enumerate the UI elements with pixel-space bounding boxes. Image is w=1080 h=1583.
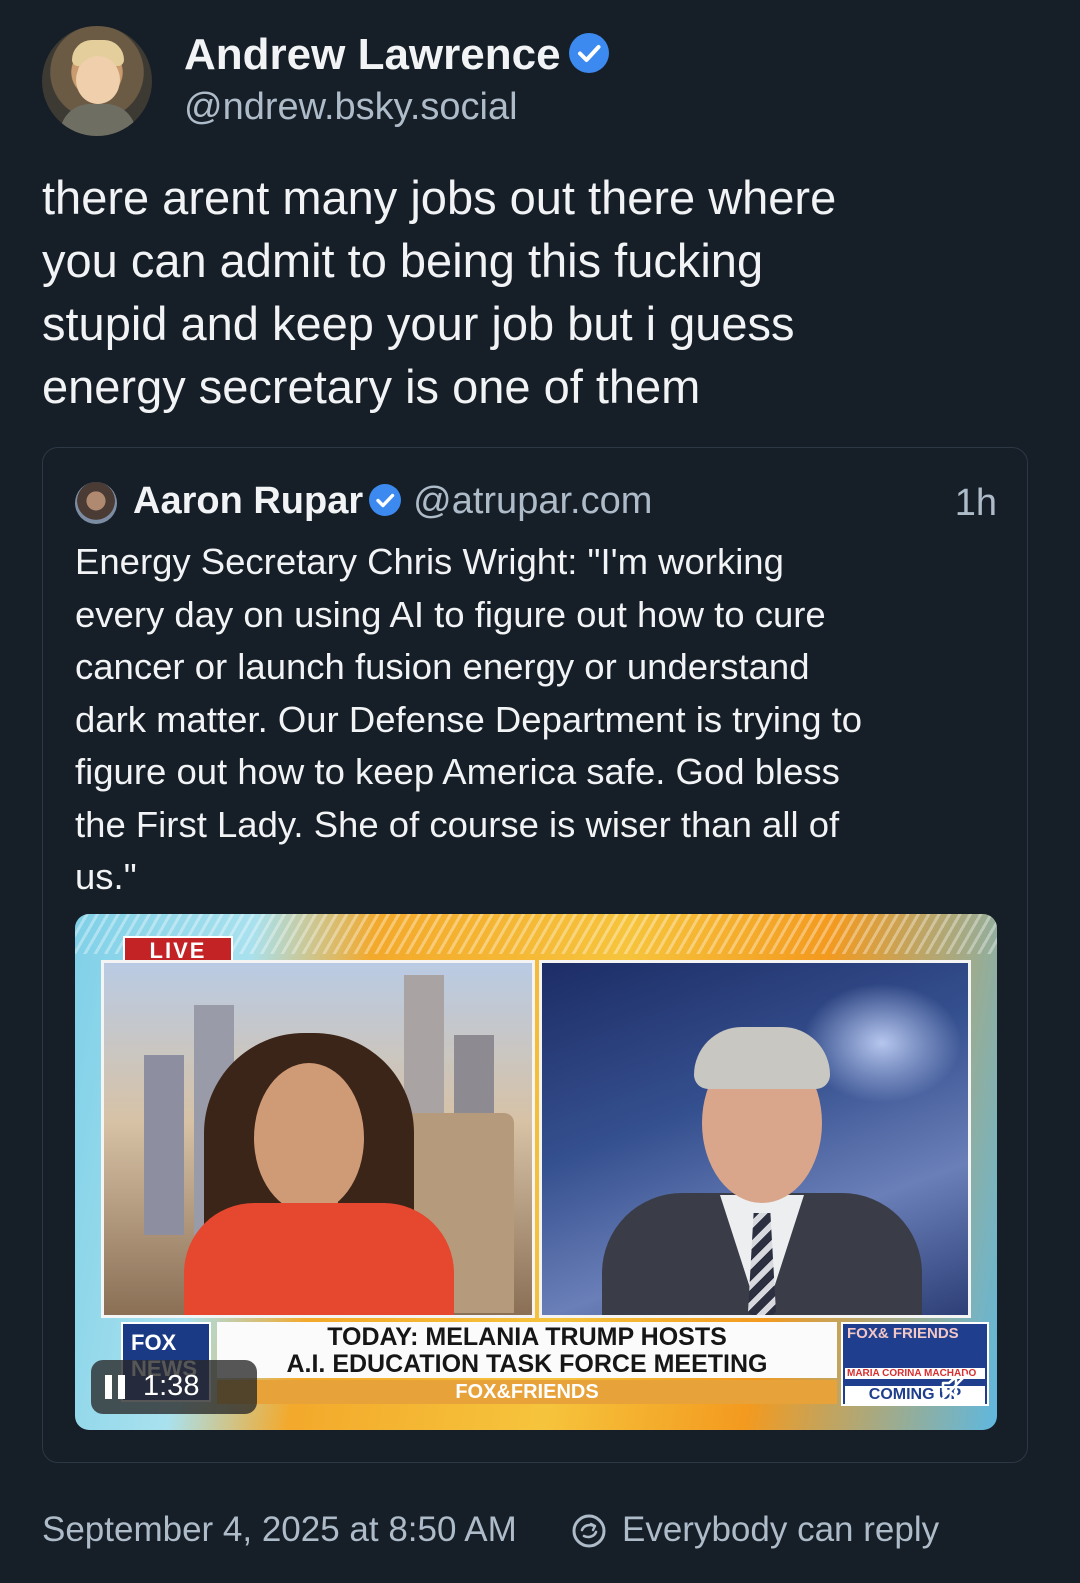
mute-icon[interactable]: [939, 1372, 969, 1402]
author-avatar[interactable]: [42, 26, 152, 136]
pause-icon[interactable]: [105, 1375, 127, 1399]
verified-badge-icon[interactable]: [369, 484, 402, 516]
quoted-text-line: figure out how to keep America safe. God…: [75, 751, 840, 792]
headline-line: A.I. EDUCATION TASK FORCE MEETING: [286, 1350, 768, 1378]
reply-settings-icon: [570, 1512, 608, 1550]
coming-brand: FOX& FRIENDS: [847, 1325, 959, 1342]
post-header: Andrew Lawrence @ndrew.bsky.social: [42, 26, 1042, 136]
quoted-post-text: Energy Secretary Chris Wright: "I'm work…: [75, 536, 1005, 904]
post-text-line: there arent many jobs out there where: [42, 171, 837, 224]
verified-badge-icon[interactable]: [568, 33, 609, 73]
quoted-text-line: us.": [75, 856, 137, 897]
author-name-text[interactable]: Andrew Lawrence: [184, 30, 561, 79]
author-name[interactable]: Andrew Lawrence: [184, 30, 609, 80]
quoted-author-name[interactable]: Aaron Rupar @atrupar.com: [133, 480, 652, 523]
video-panel-anchor: [101, 960, 535, 1318]
post-timestamp[interactable]: September 4, 2025 at 8:50 AM: [42, 1510, 517, 1550]
quoted-author-avatar[interactable]: [75, 482, 117, 524]
author-handle[interactable]: @ndrew.bsky.social: [184, 86, 518, 129]
quoted-text-line: the First Lady. She of course is wiser t…: [75, 803, 840, 845]
quoted-author-handle[interactable]: @atrupar.com: [413, 480, 652, 522]
video-panel-guest: [539, 960, 971, 1318]
video-duration: 1:38: [143, 1370, 200, 1402]
quoted-text-line: Energy Secretary Chris Wright: "I'm work…: [75, 541, 784, 582]
show-name: FOX&FRIENDS: [217, 1380, 837, 1404]
live-badge: LIVE: [123, 936, 233, 963]
post-footer: September 4, 2025 at 8:50 AM Everybody c…: [42, 1508, 1042, 1556]
playback-control[interactable]: 1:38: [91, 1360, 257, 1414]
headline-line: TODAY: MELANIA TRUMP HOSTS: [327, 1323, 727, 1351]
post-text-line: stupid and keep your job but i guess: [42, 297, 795, 350]
video-player[interactable]: LIVE FOX NEWS TODAY: MELANIA TRUMP HOSTS: [75, 914, 997, 1430]
post-text-line: you can admit to being this fucking: [42, 234, 764, 287]
quoted-post-time: 1h: [954, 482, 997, 524]
quoted-post[interactable]: Aaron Rupar @atrupar.com 1h Energy Secret…: [42, 447, 1028, 1463]
quoted-text-line: cancer or launch fusion energy or unders…: [75, 646, 810, 687]
quoted-text-line: every day on using AI to figure out how …: [75, 593, 826, 635]
news-headline: TODAY: MELANIA TRUMP HOSTS A.I. EDUCATIO…: [217, 1322, 837, 1378]
quoted-author-name-text[interactable]: Aaron Rupar: [133, 480, 363, 522]
post-text-line: energy secretary is one of them: [42, 360, 701, 413]
post-text: there arent many jobs out there where yo…: [42, 166, 1042, 418]
reply-setting[interactable]: Everybody can reply: [622, 1510, 939, 1550]
quoted-post-header: Aaron Rupar @atrupar.com 1h: [75, 478, 997, 526]
quoted-text-line: dark matter. Our Defense Department is t…: [75, 698, 863, 740]
